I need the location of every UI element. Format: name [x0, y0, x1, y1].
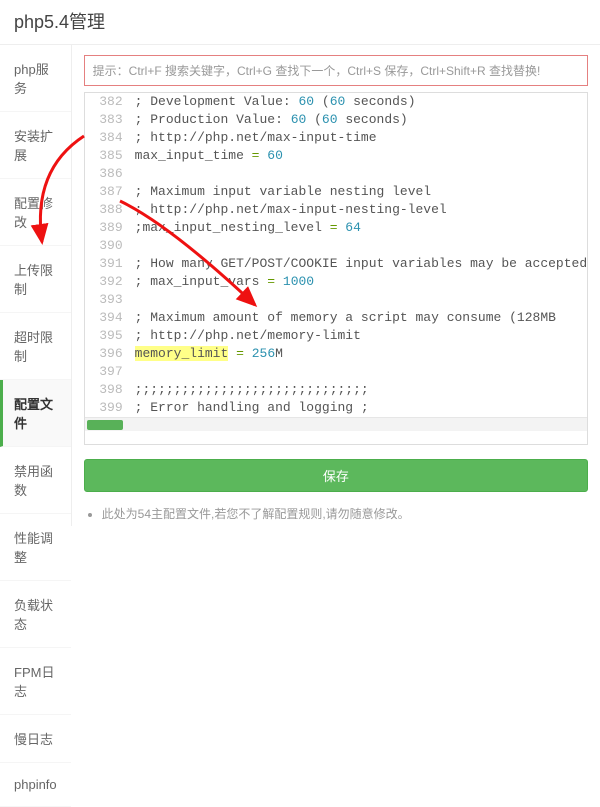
code-text: ; http://php.net/max-input-nesting-level [135, 201, 587, 219]
line-number: 393 [85, 291, 135, 309]
line-number: 394 [85, 309, 135, 327]
page-title: php5.4管理 [0, 0, 600, 45]
code-text: ; http://php.net/max-input-time [135, 129, 587, 147]
code-editor[interactable]: 382; Development Value: 60 (60 seconds)3… [84, 92, 588, 445]
shortcut-hint: 提示：Ctrl+F 搜索关键字，Ctrl+G 查找下一个，Ctrl+S 保存，C… [84, 55, 588, 86]
code-text: ; max_input_vars = 1000 [135, 273, 587, 291]
code-text [135, 363, 587, 381]
code-line[interactable]: 390 [85, 237, 587, 255]
sidebar-item-performance[interactable]: 性能调整 [0, 514, 71, 581]
code-text: max_input_time = 60 [135, 147, 587, 165]
line-number: 383 [85, 111, 135, 129]
sidebar-item-slow-log[interactable]: 慢日志 [0, 715, 71, 763]
code-line[interactable]: 395; http://php.net/memory-limit [85, 327, 587, 345]
note-item: 此处为54主配置文件,若您不了解配置规则,请勿随意修改。 [102, 504, 588, 526]
code-text: ;max_input_nesting_level = 64 [135, 219, 587, 237]
line-number: 388 [85, 201, 135, 219]
code-line[interactable]: 398;;;;;;;;;;;;;;;;;;;;;;;;;;;;;; [85, 381, 587, 399]
code-text: ; Maximum input variable nesting level [135, 183, 587, 201]
code-line[interactable]: 393 [85, 291, 587, 309]
line-number: 384 [85, 129, 135, 147]
code-line[interactable]: 388; http://php.net/max-input-nesting-le… [85, 201, 587, 219]
line-number: 386 [85, 165, 135, 183]
code-text: ; How many GET/POST/COOKIE input variabl… [135, 255, 587, 273]
sidebar-item-service[interactable]: php服务 [0, 45, 71, 112]
sidebar-item-disabled-functions[interactable]: 禁用函数 [0, 447, 71, 514]
sidebar-item-timeout[interactable]: 超时限制 [0, 313, 71, 380]
code-line[interactable]: 397 [85, 363, 587, 381]
sidebar-item-config-edit[interactable]: 配置修改 [0, 179, 71, 246]
main-panel: 提示：Ctrl+F 搜索关键字，Ctrl+G 查找下一个，Ctrl+S 保存，C… [72, 45, 600, 526]
code-text [135, 237, 587, 255]
code-text: memory_limit = 256M [135, 345, 587, 363]
code-line[interactable]: 386 [85, 165, 587, 183]
save-button[interactable]: 保存 [84, 459, 588, 492]
code-text: ; Development Value: 60 (60 seconds) [135, 93, 587, 111]
line-number: 399 [85, 399, 135, 417]
code-text: ; Production Value: 60 (60 seconds) [135, 111, 587, 129]
line-number: 398 [85, 381, 135, 399]
sidebar-item-phpinfo[interactable]: phpinfo [0, 763, 71, 807]
code-line[interactable]: 392; max_input_vars = 1000 [85, 273, 587, 291]
line-number: 397 [85, 363, 135, 381]
sidebar-item-config-file[interactable]: 配置文件 [0, 380, 71, 447]
footer-note: 此处为54主配置文件,若您不了解配置规则,请勿随意修改。 [84, 504, 588, 526]
sidebar-item-load[interactable]: 负载状态 [0, 581, 71, 648]
line-number: 382 [85, 93, 135, 111]
sidebar-nav: php服务 安装扩展 配置修改 上传限制 超时限制 配置文件 禁用函数 性能调整… [0, 45, 72, 526]
line-number: 390 [85, 237, 135, 255]
code-line[interactable]: 399; Error handling and logging ; [85, 399, 587, 417]
line-number: 385 [85, 147, 135, 165]
code-line[interactable]: 391; How many GET/POST/COOKIE input vari… [85, 255, 587, 273]
code-text: ; Maximum amount of memory a script may … [135, 309, 587, 327]
code-line[interactable]: 383; Production Value: 60 (60 seconds) [85, 111, 587, 129]
code-text [135, 165, 587, 183]
code-line[interactable]: 389;max_input_nesting_level = 64 [85, 219, 587, 237]
line-number: 392 [85, 273, 135, 291]
code-text [135, 291, 587, 309]
line-number: 391 [85, 255, 135, 273]
code-text: ;;;;;;;;;;;;;;;;;;;;;;;;;;;;;; [135, 381, 587, 399]
line-number: 387 [85, 183, 135, 201]
sidebar-item-extensions[interactable]: 安装扩展 [0, 112, 71, 179]
line-number: 395 [85, 327, 135, 345]
line-number: 396 [85, 345, 135, 363]
sidebar-item-fpm-log[interactable]: FPM日志 [0, 648, 71, 715]
code-line[interactable]: 382; Development Value: 60 (60 seconds) [85, 93, 587, 111]
horizontal-scrollbar[interactable] [85, 417, 587, 431]
code-line[interactable]: 385max_input_time = 60 [85, 147, 587, 165]
code-line[interactable]: 394; Maximum amount of memory a script m… [85, 309, 587, 327]
code-line[interactable]: 384; http://php.net/max-input-time [85, 129, 587, 147]
scrollbar-thumb[interactable] [87, 420, 123, 430]
code-text: ; http://php.net/memory-limit [135, 327, 587, 345]
sidebar-item-upload-limit[interactable]: 上传限制 [0, 246, 71, 313]
line-number: 389 [85, 219, 135, 237]
code-line[interactable]: 387; Maximum input variable nesting leve… [85, 183, 587, 201]
code-text: ; Error handling and logging ; [135, 399, 587, 417]
code-line[interactable]: 396memory_limit = 256M [85, 345, 587, 363]
